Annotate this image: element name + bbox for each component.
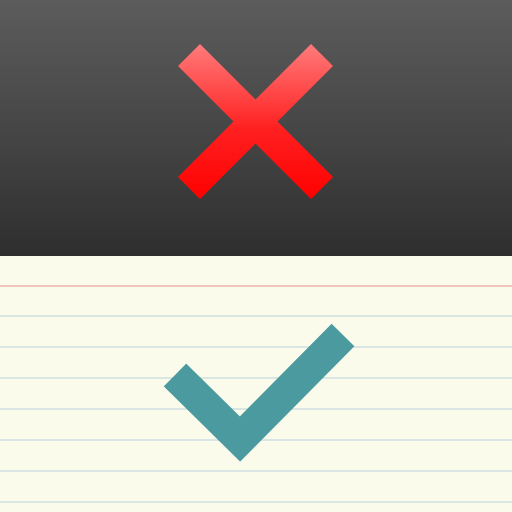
notepad-panel [0,256,512,512]
cross-icon [178,44,333,199]
checkmark-icon [163,323,355,462]
top-panel [0,0,512,256]
app-icon [0,0,512,512]
